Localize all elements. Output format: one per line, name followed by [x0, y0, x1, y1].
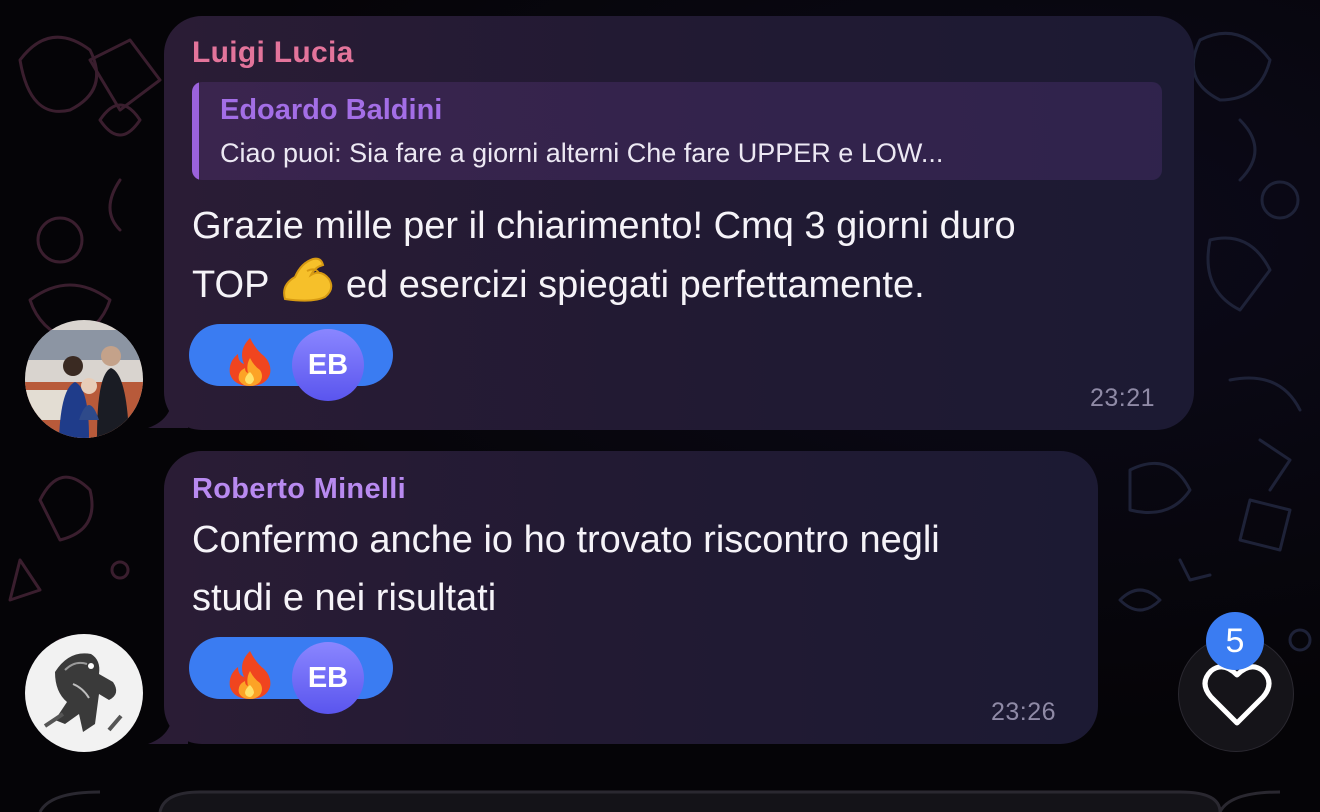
message-text-segment: ed esercizi spiegati perfettamente. [345, 264, 925, 306]
fire-icon [229, 338, 271, 386]
message-text: Grazie mille per il chiarimento! Cmq 3 g… [192, 197, 1182, 314]
reaction-chip[interactable]: EB [189, 324, 393, 401]
message-text-line: Grazie mille per il chiarimento! Cmq 3 g… [192, 205, 1016, 247]
avatar-luigi-lucia[interactable] [25, 320, 143, 438]
fire-icon [229, 651, 271, 699]
sender-name[interactable]: Roberto Minelli [192, 473, 406, 506]
sender-name[interactable]: Luigi Lucia [192, 36, 354, 70]
input-bar-edge [38, 790, 1281, 812]
reply-quote[interactable]: Edoardo Baldini Ciao puoi: Sia fare a gi… [192, 82, 1162, 180]
reply-preview-text: Ciao puoi: Sia fare a giorni alterni Che… [220, 138, 944, 168]
photo-avatar-icon [25, 320, 143, 438]
message-text-segment: TOP [192, 264, 269, 306]
reply-accent-bar [192, 82, 199, 180]
reactor-avatar: EB [292, 329, 364, 401]
message-bubble[interactable]: Luigi Lucia Edoardo Baldini Ciao puoi: S… [164, 16, 1194, 430]
message-time: 23:26 [991, 698, 1057, 726]
flexed-biceps-icon [283, 257, 333, 302]
message-text-line: studi e nei risultati [192, 577, 497, 619]
message-text: Confermo anche io ho trovato riscontro n… [192, 511, 1082, 627]
reaction-chip[interactable]: EB [189, 637, 393, 714]
message-bubble[interactable]: Roberto Minelli Confermo anche io ho tro… [164, 451, 1098, 744]
horse-avatar-icon [25, 634, 143, 752]
unread-reactions-badge: 5 [1206, 612, 1264, 670]
reply-sender-name: Edoardo Baldini [220, 94, 443, 126]
reactor-avatar: EB [292, 642, 364, 714]
message-text-line: TOP ed esercizi spiegati perfettamente. [192, 255, 1182, 314]
message-text-line: Confermo anche io ho trovato riscontro n… [192, 519, 940, 561]
avatar-roberto-minelli[interactable] [25, 634, 143, 752]
message-time: 23:21 [1090, 384, 1156, 412]
